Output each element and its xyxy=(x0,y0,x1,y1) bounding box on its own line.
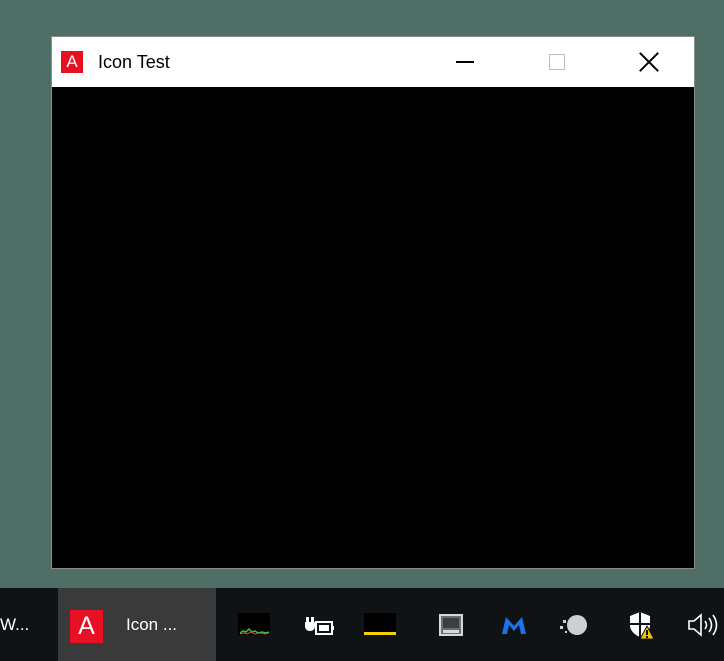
cloud-sync-icon[interactable] xyxy=(557,608,591,642)
title-bar[interactable]: A Icon Test xyxy=(52,37,694,87)
volume-icon[interactable] xyxy=(684,608,722,642)
taskbar-item-label: Icon ... xyxy=(126,615,178,634)
window-client-area[interactable] xyxy=(52,87,694,568)
minimize-button[interactable] xyxy=(442,37,488,87)
taskbar: W... A Icon ... xyxy=(0,588,724,661)
minimize-icon xyxy=(456,61,474,63)
maximize-icon xyxy=(549,54,565,70)
taskbar-item-icon-test[interactable]: A Icon ... xyxy=(58,588,216,661)
close-icon xyxy=(639,52,659,72)
app-icon: A xyxy=(70,610,103,643)
app-window: A Icon Test xyxy=(51,36,695,569)
disk-monitor-icon[interactable] xyxy=(364,608,398,642)
close-button[interactable] xyxy=(626,37,672,87)
taskbar-item-previous[interactable]: W... xyxy=(0,588,52,661)
tablet-mode-icon[interactable] xyxy=(434,608,468,642)
app-icon[interactable]: A xyxy=(61,51,83,73)
window-title: Icon Test xyxy=(98,52,170,72)
malwarebytes-icon[interactable] xyxy=(497,608,531,642)
power-plug-icon[interactable] xyxy=(302,608,336,642)
cpu-monitor-icon[interactable] xyxy=(238,608,272,642)
maximize-button[interactable] xyxy=(534,37,580,87)
security-warning-icon[interactable] xyxy=(623,608,657,642)
